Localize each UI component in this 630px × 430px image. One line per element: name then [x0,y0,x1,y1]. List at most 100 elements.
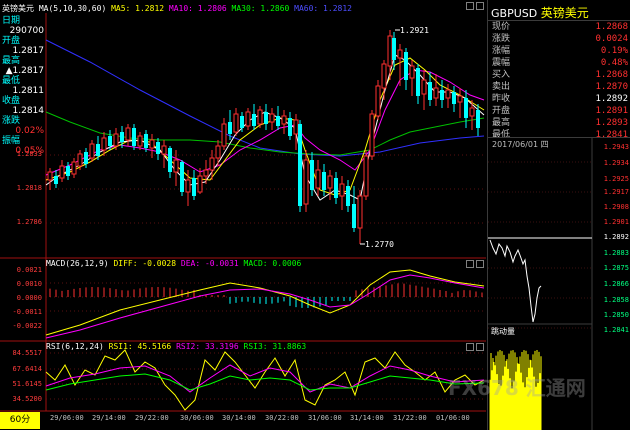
candle-body [440,90,444,100]
quote-panel: GBPUSD 英镑美元 现价 1.2868 涨跌 0.0024 涨幅 0.19% 震幅… [487,0,630,430]
candle-body [89,143,95,159]
candle-body [257,109,263,125]
candle-body [310,160,314,190]
macd-value: MACD: 0.0006 [243,259,302,268]
candle-body [264,112,268,124]
candle-body [303,159,309,205]
macd-dea-value: DEA: -0.0031 [180,259,239,268]
rsi-header: RSI(6,12,24) RSI1: 45.5166 RSI2: 33.3196… [46,342,306,351]
quote-row: 买入 1.2868 [492,70,628,80]
candle-body [66,166,70,176]
quote-row: 震幅 0.48% [492,58,628,68]
candle-body [113,133,119,147]
candle-body [469,107,475,117]
candle-body [185,179,191,193]
candle-body [245,111,251,127]
macd-dea-line [45,274,485,339]
rsi-axis-label: 51.6145 [12,380,42,388]
quote-row: 卖出 1.2870 [492,82,628,92]
candle-body [137,135,143,147]
candle-body [464,98,468,118]
macd-axis-label: 0.0021 [16,266,42,274]
candle-body [357,195,363,229]
candle-body [228,122,232,134]
candle-body [96,144,100,156]
quote-row: 涨跌 0.0024 [492,34,628,44]
candle-body [161,145,167,155]
time-label: 01/06:00 [436,414,470,422]
candle-body [334,178,338,198]
candle-body [59,165,65,179]
candle-body [84,152,88,164]
time-label: 30/06:00 [180,414,214,422]
candle-body [346,186,350,206]
candle-body [369,113,375,157]
candle-body [168,148,172,172]
macd-params: MACD(26,12,9) [46,259,109,268]
rsi2-value: RSI2: 33.3196 [176,342,239,351]
rsi3-line [45,373,485,391]
candle-body [54,176,58,184]
candle-body [197,175,203,193]
candle-body [71,161,77,175]
rsi3-value: RSI3: 31.8863 [243,342,307,351]
candle-body [221,123,227,147]
macd-diff-line [45,269,485,336]
candle-body [203,169,209,177]
macd-header: MACD(26,12,9) DIFF: -0.0028 DEA: -0.0031… [46,259,301,268]
quote-row: 现价 1.2868 [492,22,628,32]
quote-row: 最高 1.2893 [492,118,628,128]
candle-body [315,169,321,189]
macd-close-icon[interactable] [476,260,484,268]
price-grid [46,154,486,224]
candle-body [233,113,239,133]
candle-body [293,119,299,135]
candle-body [120,132,124,142]
candle-body [363,155,369,197]
time-label: 29/22:00 [135,414,169,422]
symbol-header: GBPUSD 英镑美元 [491,4,589,21]
candle-body [108,136,112,146]
candle-body [156,142,160,154]
rsi-axis-label: 84.5517 [12,349,42,357]
candle-body [452,92,456,104]
candle-body [77,153,83,167]
high-annotation: 1.2921 [400,26,429,35]
candle-body [125,127,131,141]
watermark-logo: FX678 汇通网 [448,376,586,400]
symbol-name: 英镑美元 [540,6,589,20]
candle-body [281,115,287,125]
candle-body [428,82,432,100]
rsi1-line [45,349,485,411]
candle-body [101,137,107,151]
time-label: 31/14:00 [350,414,384,422]
candle-body [209,157,215,171]
quote-row: 涨幅 0.19% [492,46,628,56]
candle-body [375,85,381,117]
candle-body [322,172,326,190]
rsi-min-icon[interactable] [466,343,474,351]
chart-canvas[interactable]: 1.2921 1.2770 [0,0,486,430]
candle-body [149,139,155,149]
main-chart-area[interactable]: 英镑美元 MA(5,10,30,60) MA5: 1.2812 MA10: 1.… [0,0,486,430]
rsi-params: RSI(6,12,24) [46,342,104,351]
macd-axis-label: -0.0022 [12,322,42,330]
macd-min-icon[interactable] [466,260,474,268]
candle-body [215,145,221,159]
rsi-axis-label: 34.5200 [12,395,42,403]
rsi-close-icon[interactable] [476,343,484,351]
rsi1-value: RSI1: 45.5166 [108,342,172,351]
candle-body [47,171,53,181]
rsi-axis-label: 67.6414 [12,365,42,373]
time-label: 30/14:00 [222,414,256,422]
candle-body [180,162,184,192]
period-selector[interactable]: 60分 [0,412,40,429]
candle-body [276,116,280,126]
candle-body [404,52,408,80]
window-close-icon[interactable] [476,2,484,10]
candle-body [269,113,275,123]
candle-body [387,35,393,67]
window-min-icon[interactable] [466,2,474,10]
macd-diff-value: DIFF: -0.0028 [113,259,177,268]
macd-axis-label: 0.0000 [16,294,42,302]
